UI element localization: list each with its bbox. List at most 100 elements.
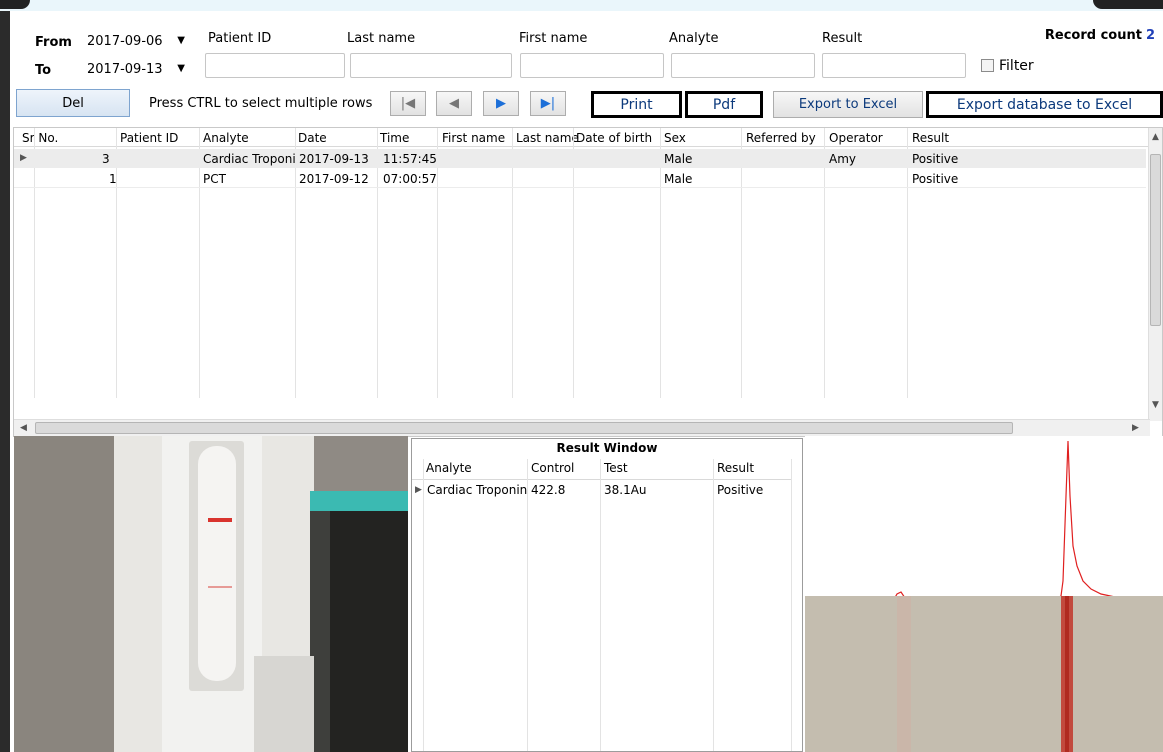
- cell-time: 07:00:57: [383, 172, 437, 186]
- result-grid-divider: [791, 459, 792, 751]
- result-grid-divider: [713, 459, 714, 751]
- previous-record-button[interactable]: ◀: [436, 91, 472, 116]
- cell-date: 2017-09-12: [299, 172, 369, 186]
- cell-sr-no: 1: [109, 172, 117, 186]
- first-name-label: First name: [519, 31, 588, 46]
- to-label: To: [35, 63, 52, 78]
- result-cell-result: Positive: [717, 483, 764, 497]
- result-grid-divider: [527, 459, 528, 751]
- record-count-value: 2: [1145, 28, 1155, 43]
- scroll-up-icon[interactable]: ▲: [1152, 132, 1159, 142]
- scroll-down-icon[interactable]: ▼: [1152, 400, 1159, 410]
- result-cell-control: 422.8: [531, 483, 566, 497]
- next-record-button[interactable]: ▶: [483, 91, 519, 116]
- result-grid-divider: [600, 459, 601, 751]
- last-record-button[interactable]: ▶|: [530, 91, 566, 116]
- col-date[interactable]: Date: [298, 131, 327, 145]
- chevron-down-icon[interactable]: ▼: [177, 63, 185, 74]
- records-grid[interactable]: Sr No. Patient ID Analyte Date Time Firs…: [13, 127, 1163, 437]
- result-col-analyte[interactable]: Analyte: [426, 461, 472, 475]
- result-window-title: Result Window: [556, 441, 658, 455]
- from-date-value: 2017-09-06: [87, 34, 163, 49]
- pdf-button[interactable]: Pdf: [685, 91, 763, 118]
- cell-sr-no: 3: [102, 152, 110, 166]
- vertical-scroll-thumb[interactable]: [1150, 154, 1161, 326]
- result-cell-analyte: Cardiac Troponin: [427, 483, 528, 497]
- scroll-right-icon[interactable]: ▶: [1132, 423, 1139, 433]
- to-date-value: 2017-09-13: [87, 62, 163, 77]
- result-cell-test: 38.1Au: [604, 483, 647, 497]
- previous-icon: ◀: [449, 96, 459, 111]
- to-date-picker[interactable]: 2017-09-13 ▼: [84, 59, 191, 81]
- chevron-down-icon[interactable]: ▼: [177, 35, 185, 46]
- analyte-label: Analyte: [669, 31, 719, 46]
- filter-panel: From 2017-09-06 ▼ To 2017-09-13 ▼ Patien…: [10, 11, 1163, 89]
- record-count-label: Record count: [1044, 28, 1142, 43]
- result-label: Result: [822, 31, 863, 46]
- col-date-of-birth[interactable]: Date of birth: [576, 131, 652, 145]
- col-patient-id[interactable]: Patient ID: [120, 131, 178, 145]
- delete-button[interactable]: Del: [16, 89, 130, 117]
- cell-sex: Male: [664, 152, 693, 166]
- scroll-left-icon[interactable]: ◀: [20, 423, 27, 433]
- export-database-button[interactable]: Export database to Excel: [926, 91, 1163, 118]
- first-name-input[interactable]: [520, 53, 664, 78]
- main-window: From 2017-09-06 ▼ To 2017-09-13 ▼ Patien…: [10, 11, 1163, 752]
- vertical-scrollbar[interactable]: ▲ ▼: [1148, 128, 1162, 421]
- row-pointer-icon: ▶: [415, 485, 422, 495]
- last-name-input[interactable]: [350, 53, 512, 78]
- window-corner-left: [0, 0, 30, 9]
- skip-first-icon: |◀: [400, 96, 416, 111]
- strip-closeup-illustration: [805, 596, 1163, 752]
- signal-plot: [805, 436, 1163, 606]
- col-analyte[interactable]: Analyte: [203, 131, 249, 145]
- cell-result: Positive: [912, 152, 959, 166]
- from-date-picker[interactable]: 2017-09-06 ▼: [84, 31, 191, 53]
- result-col-test[interactable]: Test: [604, 461, 628, 475]
- table-row[interactable]: ▶ 3 Cardiac Troponin 2017-09-13 11:57:45…: [14, 149, 1146, 168]
- cell-sex: Male: [664, 172, 693, 186]
- result-input[interactable]: [822, 53, 966, 78]
- col-last-name[interactable]: Last name: [516, 131, 579, 145]
- cassette-photo-illustration: [14, 436, 408, 752]
- horizontal-scrollbar[interactable]: ◀ ▶: [14, 419, 1150, 436]
- first-record-button[interactable]: |◀: [390, 91, 426, 116]
- cell-analyte: Cardiac Troponin: [203, 152, 295, 166]
- patient-id-input[interactable]: [205, 53, 345, 78]
- col-result[interactable]: Result: [912, 131, 949, 145]
- result-col-control[interactable]: Control: [531, 461, 574, 475]
- window-corner-right: [1093, 0, 1163, 9]
- left-edge: [0, 11, 10, 752]
- row-pointer-icon: ▶: [20, 153, 27, 163]
- export-excel-button[interactable]: Export to Excel: [773, 91, 923, 118]
- filter-checkbox-label[interactable]: Filter: [999, 58, 1034, 74]
- record-count: Record count 2: [1045, 28, 1155, 43]
- col-first-name[interactable]: First name: [442, 131, 505, 145]
- last-name-label: Last name: [347, 31, 416, 46]
- analyte-input[interactable]: [671, 53, 815, 78]
- result-col-result[interactable]: Result: [717, 461, 754, 475]
- skip-last-icon: ▶|: [540, 96, 556, 111]
- col-referred-by[interactable]: Referred by: [746, 131, 816, 145]
- cassette-image: [14, 436, 408, 752]
- signal-curve: [892, 440, 1163, 603]
- cell-operator: Amy: [829, 152, 856, 166]
- col-sr-no[interactable]: Sr No.: [22, 131, 58, 145]
- cell-time: 11:57:45: [383, 152, 437, 166]
- cell-result: Positive: [912, 172, 959, 186]
- result-header-divider: [412, 479, 792, 480]
- from-label: From: [35, 35, 72, 50]
- horizontal-scroll-thumb[interactable]: [35, 422, 1013, 434]
- next-icon: ▶: [496, 96, 506, 111]
- grid-header: Sr No. Patient ID Analyte Date Time Firs…: [14, 128, 1150, 147]
- col-time[interactable]: Time: [380, 131, 409, 145]
- strip-closeup-image: [805, 596, 1163, 752]
- top-window-strip: [0, 0, 1163, 11]
- col-sex[interactable]: Sex: [664, 131, 686, 145]
- multi-select-hint: Press CTRL to select multiple rows: [149, 96, 373, 111]
- filter-checkbox[interactable]: [981, 59, 994, 72]
- print-button[interactable]: Print: [591, 91, 682, 118]
- result-grid-divider: [423, 459, 424, 751]
- col-operator[interactable]: Operator: [829, 131, 883, 145]
- table-row[interactable]: 1 PCT 2017-09-12 07:00:57 Male Positive: [14, 169, 1146, 188]
